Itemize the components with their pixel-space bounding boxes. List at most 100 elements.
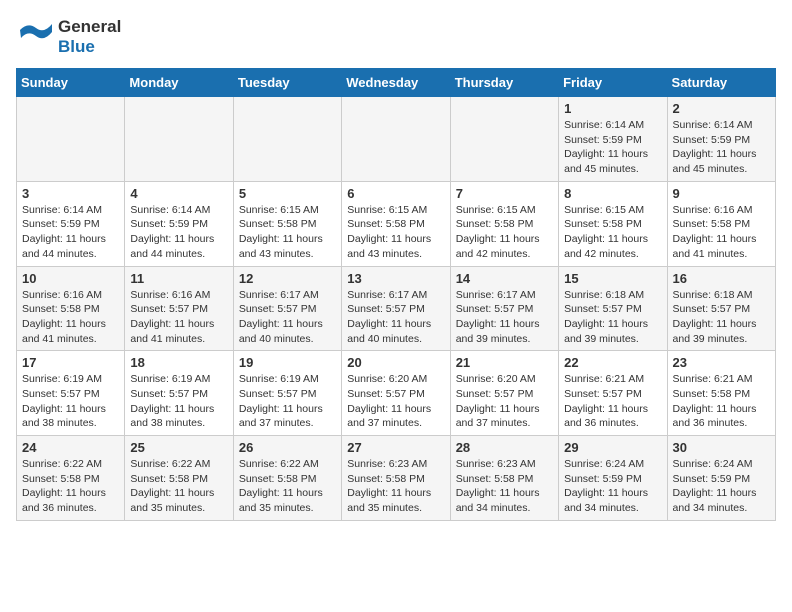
day-info: Sunrise: 6:16 AM Sunset: 5:58 PM Dayligh… — [22, 288, 119, 347]
day-cell: 6 Sunrise: 6:15 AM Sunset: 5:58 PM Daylig… — [342, 181, 450, 266]
day-number: 24 — [22, 440, 119, 455]
day-cell: 13 Sunrise: 6:17 AM Sunset: 5:57 PM Dayli… — [342, 266, 450, 351]
header-sunday: Sunday — [17, 69, 125, 97]
day-info: Sunrise: 6:18 AM Sunset: 5:57 PM Dayligh… — [564, 288, 661, 347]
week-row-4: 17 Sunrise: 6:19 AM Sunset: 5:57 PM Dayli… — [17, 351, 776, 436]
day-cell: 19 Sunrise: 6:19 AM Sunset: 5:57 PM Dayli… — [233, 351, 341, 436]
logo: GeneralBlue — [16, 16, 121, 58]
week-row-3: 10 Sunrise: 6:16 AM Sunset: 5:58 PM Dayli… — [17, 266, 776, 351]
day-info: Sunrise: 6:16 AM Sunset: 5:58 PM Dayligh… — [673, 203, 770, 262]
day-cell: 3Sunrise: 6:14 AM Sunset: 5:59 PM Daylig… — [17, 181, 125, 266]
day-number: 12 — [239, 271, 336, 286]
header-tuesday: Tuesday — [233, 69, 341, 97]
day-number: 10 — [22, 271, 119, 286]
logo-svg — [16, 16, 58, 58]
day-cell: 21 Sunrise: 6:20 AM Sunset: 5:57 PM Dayli… — [450, 351, 558, 436]
day-info: Sunrise: 6:21 AM Sunset: 5:58 PM Dayligh… — [673, 372, 770, 431]
day-number: 23 — [673, 355, 770, 370]
day-cell: 12 Sunrise: 6:17 AM Sunset: 5:57 PM Dayli… — [233, 266, 341, 351]
day-cell: 10 Sunrise: 6:16 AM Sunset: 5:58 PM Dayli… — [17, 266, 125, 351]
day-cell: 14 Sunrise: 6:17 AM Sunset: 5:57 PM Dayli… — [450, 266, 558, 351]
day-info: Sunrise: 6:23 AM Sunset: 5:58 PM Dayligh… — [456, 457, 553, 516]
day-info: Sunrise: 6:17 AM Sunset: 5:57 PM Dayligh… — [456, 288, 553, 347]
day-number: 14 — [456, 271, 553, 286]
day-number: 26 — [239, 440, 336, 455]
day-cell: 28Sunrise: 6:23 AM Sunset: 5:58 PM Dayli… — [450, 436, 558, 521]
day-number: 20 — [347, 355, 444, 370]
day-number: 17 — [22, 355, 119, 370]
day-cell: 16 Sunrise: 6:18 AM Sunset: 5:57 PM Dayli… — [667, 266, 775, 351]
day-cell: 24 Sunrise: 6:22 AM Sunset: 5:58 PM Dayli… — [17, 436, 125, 521]
day-number: 1 — [564, 101, 661, 116]
header-friday: Friday — [559, 69, 667, 97]
calendar-body: 1 Sunrise: 6:14 AM Sunset: 5:59 PM Daylig… — [17, 97, 776, 521]
day-cell: 5 Sunrise: 6:15 AM Sunset: 5:58 PM Daylig… — [233, 181, 341, 266]
day-info: Sunrise: 6:23 AM Sunset: 5:58 PM Dayligh… — [347, 457, 444, 516]
day-number: 19 — [239, 355, 336, 370]
day-cell: 20 Sunrise: 6:20 AM Sunset: 5:57 PM Dayli… — [342, 351, 450, 436]
day-cell: 22 Sunrise: 6:21 AM Sunset: 5:57 PM Dayli… — [559, 351, 667, 436]
day-number: 25 — [130, 440, 227, 455]
day-info: Sunrise: 6:16 AM Sunset: 5:57 PM Dayligh… — [130, 288, 227, 347]
day-cell: 1 Sunrise: 6:14 AM Sunset: 5:59 PM Daylig… — [559, 97, 667, 182]
day-cell — [17, 97, 125, 182]
header-monday: Monday — [125, 69, 233, 97]
day-cell: 11 Sunrise: 6:16 AM Sunset: 5:57 PM Dayli… — [125, 266, 233, 351]
day-number: 22 — [564, 355, 661, 370]
day-number: 7 — [456, 186, 553, 201]
day-info: Sunrise: 6:14 AM Sunset: 5:59 PM Dayligh… — [130, 203, 227, 262]
day-cell: 8 Sunrise: 6:15 AM Sunset: 5:58 PM Daylig… — [559, 181, 667, 266]
day-info: Sunrise: 6:14 AM Sunset: 5:59 PM Dayligh… — [564, 118, 661, 177]
day-cell: 23 Sunrise: 6:21 AM Sunset: 5:58 PM Dayli… — [667, 351, 775, 436]
day-info: Sunrise: 6:24 AM Sunset: 5:59 PM Dayligh… — [564, 457, 661, 516]
day-info: Sunrise: 6:22 AM Sunset: 5:58 PM Dayligh… — [22, 457, 119, 516]
day-info: Sunrise: 6:18 AM Sunset: 5:57 PM Dayligh… — [673, 288, 770, 347]
day-number: 4 — [130, 186, 227, 201]
day-number: 11 — [130, 271, 227, 286]
day-number: 13 — [347, 271, 444, 286]
day-cell: 4 Sunrise: 6:14 AM Sunset: 5:59 PM Daylig… — [125, 181, 233, 266]
day-number: 27 — [347, 440, 444, 455]
day-info: Sunrise: 6:22 AM Sunset: 5:58 PM Dayligh… — [130, 457, 227, 516]
day-number: 8 — [564, 186, 661, 201]
day-info: Sunrise: 6:20 AM Sunset: 5:57 PM Dayligh… — [456, 372, 553, 431]
day-info: Sunrise: 6:24 AM Sunset: 5:59 PM Dayligh… — [673, 457, 770, 516]
day-info: Sunrise: 6:17 AM Sunset: 5:57 PM Dayligh… — [239, 288, 336, 347]
day-cell: 29Sunrise: 6:24 AM Sunset: 5:59 PM Dayli… — [559, 436, 667, 521]
day-info: Sunrise: 6:19 AM Sunset: 5:57 PM Dayligh… — [239, 372, 336, 431]
header-wednesday: Wednesday — [342, 69, 450, 97]
header-row: SundayMondayTuesdayWednesdayThursdayFrid… — [17, 69, 776, 97]
day-number: 9 — [673, 186, 770, 201]
day-info: Sunrise: 6:17 AM Sunset: 5:57 PM Dayligh… — [347, 288, 444, 347]
day-info: Sunrise: 6:15 AM Sunset: 5:58 PM Dayligh… — [564, 203, 661, 262]
day-info: Sunrise: 6:15 AM Sunset: 5:58 PM Dayligh… — [347, 203, 444, 262]
day-info: Sunrise: 6:20 AM Sunset: 5:57 PM Dayligh… — [347, 372, 444, 431]
day-cell — [233, 97, 341, 182]
week-row-1: 1 Sunrise: 6:14 AM Sunset: 5:59 PM Daylig… — [17, 97, 776, 182]
day-number: 21 — [456, 355, 553, 370]
day-number: 6 — [347, 186, 444, 201]
day-cell — [125, 97, 233, 182]
day-info: Sunrise: 6:19 AM Sunset: 5:57 PM Dayligh… — [130, 372, 227, 431]
day-number: 5 — [239, 186, 336, 201]
day-number: 16 — [673, 271, 770, 286]
header-thursday: Thursday — [450, 69, 558, 97]
day-info: Sunrise: 6:15 AM Sunset: 5:58 PM Dayligh… — [239, 203, 336, 262]
day-cell: 18 Sunrise: 6:19 AM Sunset: 5:57 PM Dayli… — [125, 351, 233, 436]
day-number: 15 — [564, 271, 661, 286]
day-number: 18 — [130, 355, 227, 370]
day-cell: 26 Sunrise: 6:22 AM Sunset: 5:58 PM Dayli… — [233, 436, 341, 521]
day-cell: 30 Sunrise: 6:24 AM Sunset: 5:59 PM Dayli… — [667, 436, 775, 521]
day-info: Sunrise: 6:22 AM Sunset: 5:58 PM Dayligh… — [239, 457, 336, 516]
week-row-2: 3Sunrise: 6:14 AM Sunset: 5:59 PM Daylig… — [17, 181, 776, 266]
day-info: Sunrise: 6:14 AM Sunset: 5:59 PM Dayligh… — [22, 203, 119, 262]
calendar-header: SundayMondayTuesdayWednesdayThursdayFrid… — [17, 69, 776, 97]
day-cell — [450, 97, 558, 182]
day-info: Sunrise: 6:21 AM Sunset: 5:57 PM Dayligh… — [564, 372, 661, 431]
day-number: 30 — [673, 440, 770, 455]
week-row-5: 24 Sunrise: 6:22 AM Sunset: 5:58 PM Dayli… — [17, 436, 776, 521]
logo-blue: Blue — [58, 37, 121, 57]
page-header: GeneralBlue — [16, 16, 776, 58]
day-cell: 15 Sunrise: 6:18 AM Sunset: 5:57 PM Dayli… — [559, 266, 667, 351]
calendar-table: SundayMondayTuesdayWednesdayThursdayFrid… — [16, 68, 776, 521]
